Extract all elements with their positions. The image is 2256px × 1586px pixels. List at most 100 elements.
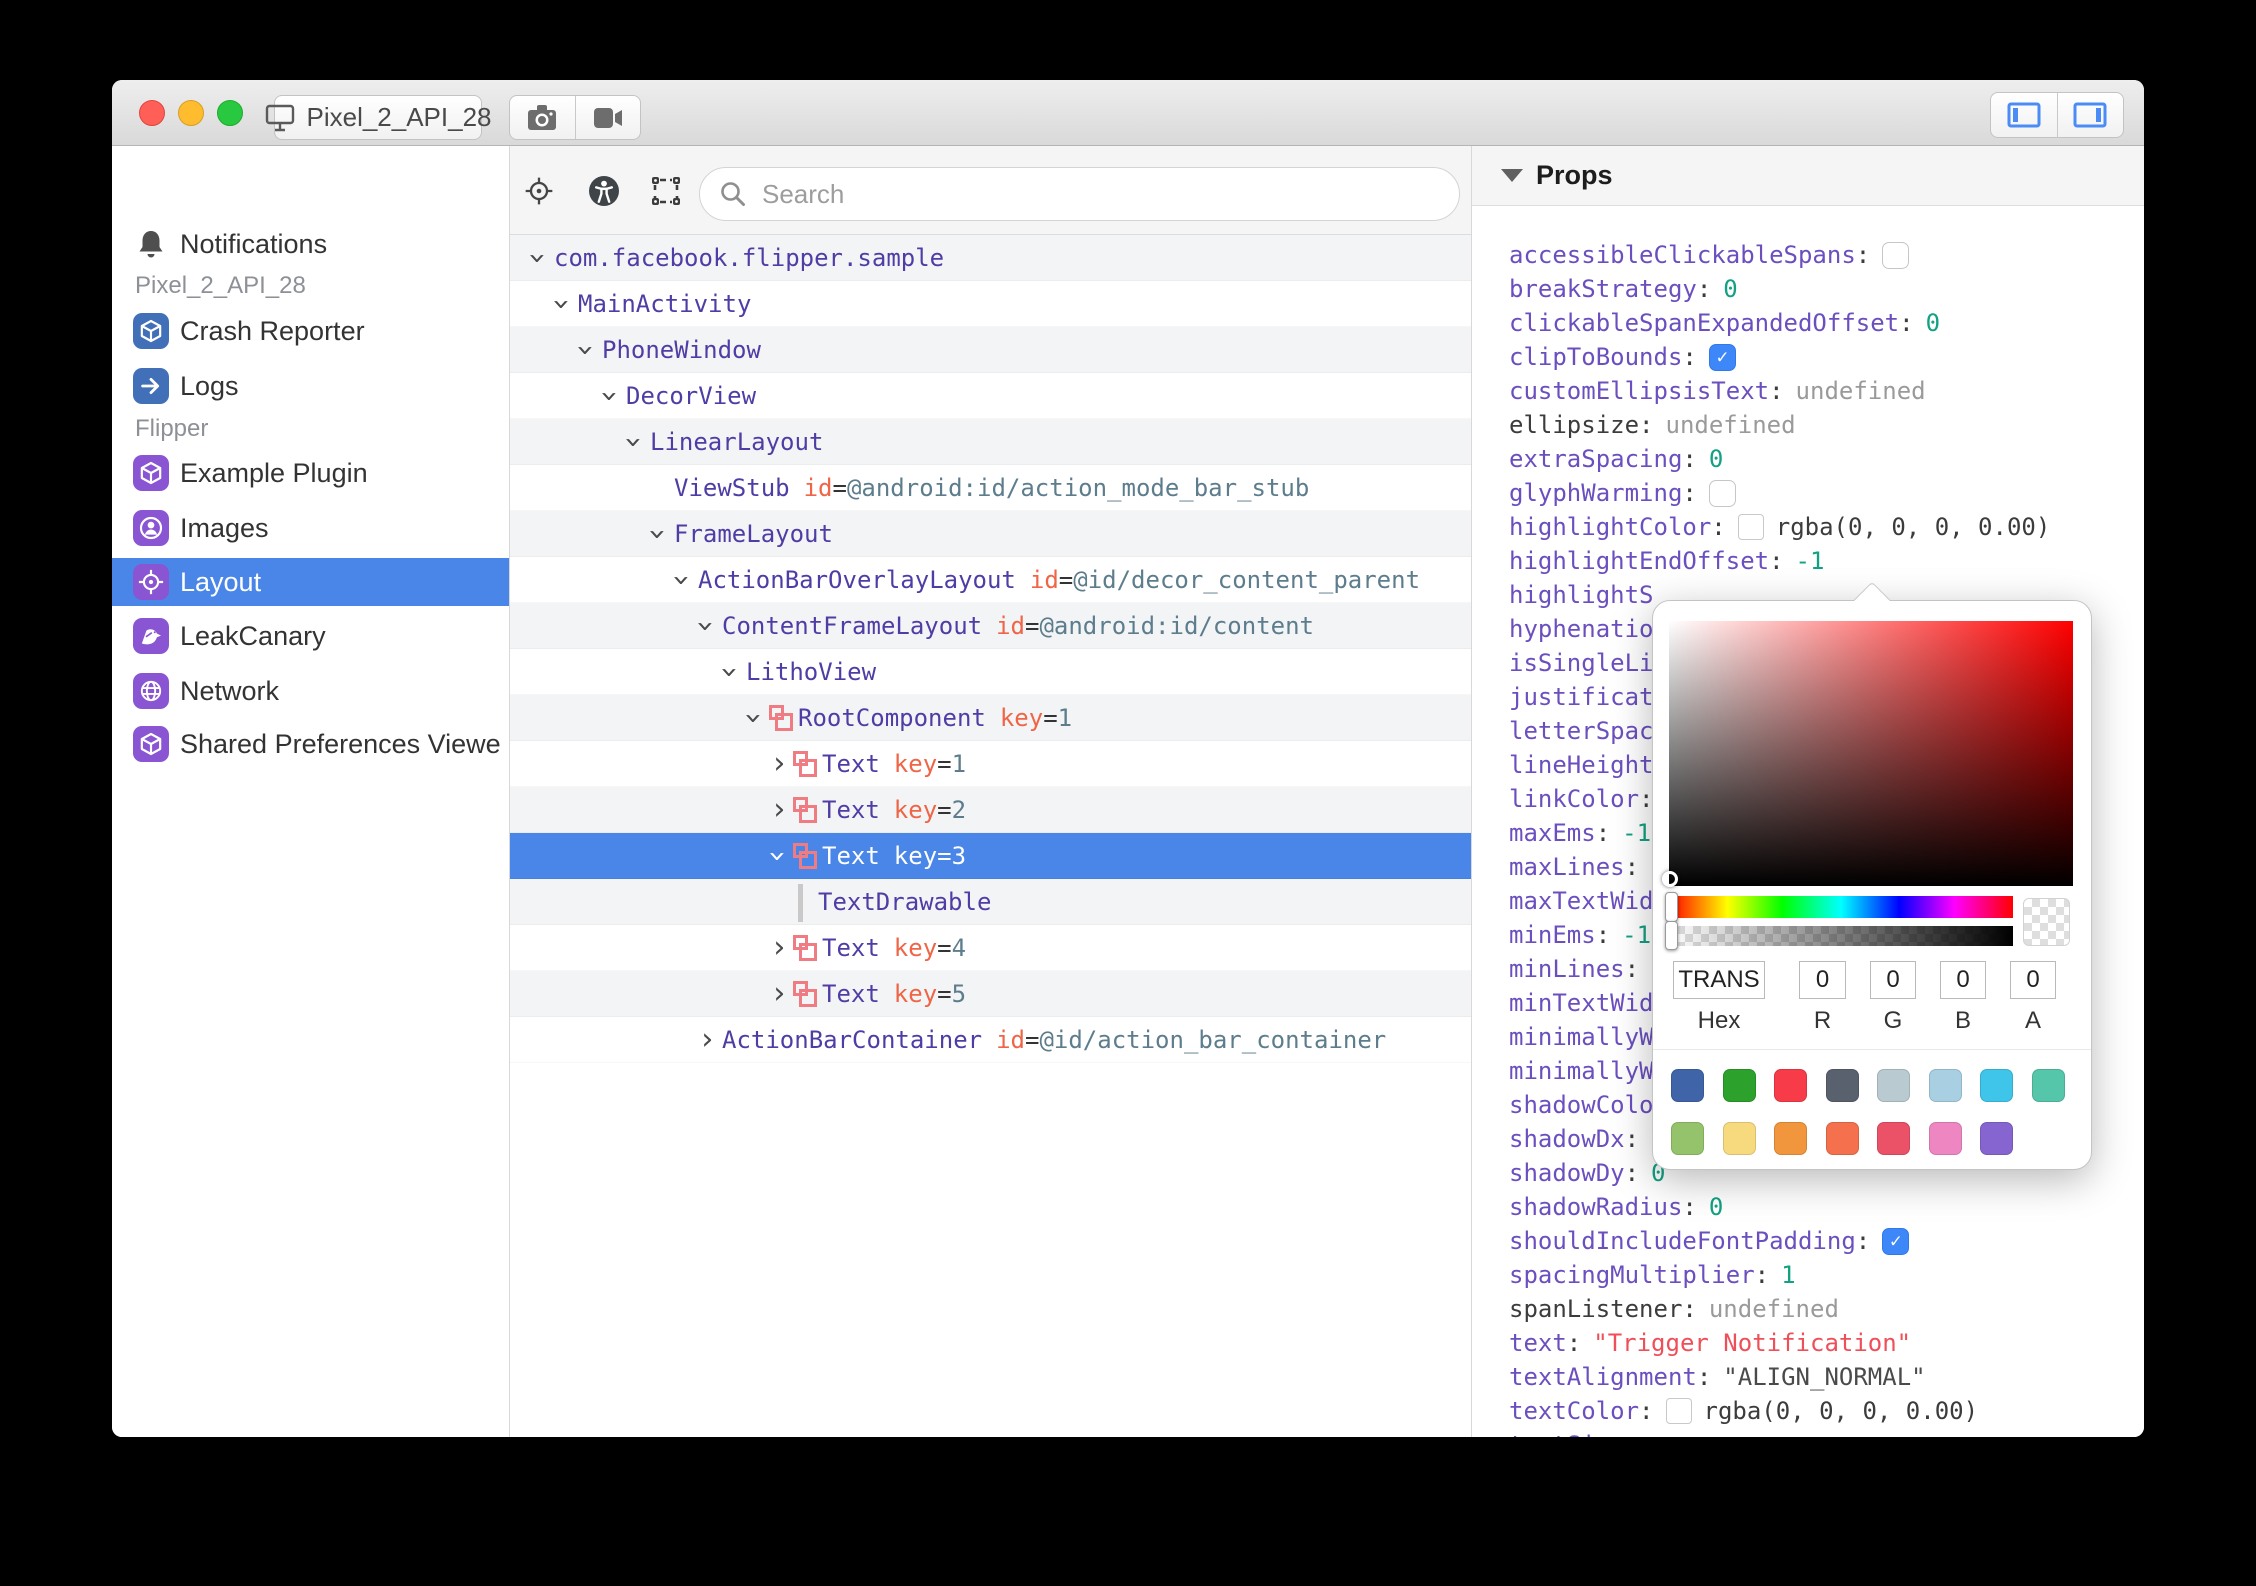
tree-row[interactable]: ActionBarOverlayLayout id=@id/decor_conte… — [510, 557, 1471, 603]
hue-slider-handle[interactable] — [1665, 892, 1678, 922]
sidebar-item-network[interactable]: Network — [112, 667, 509, 715]
hue-slider[interactable] — [1669, 896, 2013, 918]
palette-swatch[interactable] — [1877, 1122, 1910, 1155]
palette-swatch[interactable] — [1671, 1069, 1704, 1102]
sidebar-item-example-plugin[interactable]: Example Plugin — [112, 449, 509, 497]
green-input[interactable]: 0 — [1870, 961, 1916, 999]
alpha-slider[interactable] — [1669, 926, 2013, 946]
alpha-input[interactable]: 0 — [2010, 961, 2056, 999]
search-field[interactable] — [699, 167, 1460, 221]
screen-record-button[interactable] — [574, 96, 641, 139]
chevron-icon[interactable] — [626, 422, 648, 462]
accessibility-icon[interactable] — [588, 175, 620, 207]
chevron-icon[interactable] — [698, 1020, 720, 1060]
tree-row[interactable]: LithoView — [510, 649, 1471, 695]
chevron-icon[interactable] — [650, 514, 672, 554]
chevron-icon[interactable] — [770, 790, 792, 830]
hex-input[interactable]: TRANS — [1673, 961, 1765, 999]
prop-checkbox[interactable] — [1737, 514, 1764, 540]
chevron-icon[interactable] — [578, 330, 600, 370]
node-attr-eq: = — [937, 795, 952, 824]
tree-row[interactable]: Textkey=4 — [510, 925, 1471, 971]
tree-row[interactable]: TextDrawable — [510, 879, 1471, 925]
sidebar-item-leakcanary[interactable]: LeakCanary — [112, 612, 509, 660]
tree-row[interactable]: ViewStub id = @android:id/action_mode_bar_s… — [510, 465, 1471, 511]
sidebar-item-label: Layout — [180, 566, 262, 597]
alpha-slider-handle[interactable] — [1665, 921, 1678, 950]
chevron-icon[interactable] — [554, 284, 576, 324]
tree-row[interactable]: Textkey=1 — [510, 741, 1471, 787]
chevron-icon[interactable] — [770, 928, 792, 968]
close-window-button[interactable] — [139, 100, 165, 126]
sidebar-item-logs[interactable]: Logs — [112, 362, 509, 410]
blue-input[interactable]: 0 — [1940, 961, 1986, 999]
chevron-icon[interactable] — [794, 882, 816, 922]
tree-row[interactable]: ContentFrameLayout id=@android:id/content — [510, 603, 1471, 649]
tree-row[interactable]: com.facebook.flipper.sample — [510, 235, 1471, 281]
prop-checkbox[interactable] — [1882, 1227, 1910, 1255]
prop-colon: : — [1624, 1125, 1640, 1153]
prop-colon: : — [1639, 1397, 1654, 1425]
prop-row: shadowRadius: 0 — [1472, 1190, 2144, 1224]
props-header[interactable]: Props — [1472, 146, 2144, 206]
prop-checkbox[interactable] — [1708, 343, 1736, 371]
chevron-icon[interactable] — [602, 376, 624, 416]
tree-row[interactable]: LinearLayout — [510, 419, 1471, 465]
sidebar-item-images[interactable]: Images — [112, 504, 509, 552]
search-input[interactable] — [760, 177, 1400, 211]
tree-row[interactable]: Textkey=2 — [510, 787, 1471, 833]
tree-row[interactable]: DecorView — [510, 373, 1471, 419]
palette-swatch[interactable] — [1928, 1069, 1962, 1102]
palette-swatch[interactable] — [1877, 1069, 1910, 1102]
saturation-value-gradient[interactable] — [1669, 621, 2073, 886]
screenshot-button[interactable] — [510, 96, 575, 139]
palette-swatch[interactable] — [1825, 1069, 1859, 1102]
zoom-window-button[interactable] — [217, 100, 243, 126]
palette-swatch[interactable] — [1722, 1122, 1756, 1155]
sidebar-item-crash-reporter[interactable]: Crash Reporter — [112, 307, 509, 355]
toggle-right-panel-button[interactable] — [2056, 93, 2124, 137]
chevron-icon[interactable] — [746, 698, 768, 738]
chevron-icon[interactable] — [530, 238, 552, 278]
chevron-icon[interactable] — [770, 836, 792, 876]
prop-checkbox[interactable] — [1882, 241, 1910, 269]
prop-value: rgba(0, 0, 0, 0.00) — [1775, 513, 2051, 541]
palette-swatch[interactable] — [1928, 1122, 1962, 1155]
prop-checkbox[interactable] — [1708, 479, 1736, 507]
prop-value: undefined — [1708, 1295, 1839, 1323]
prop-checkbox[interactable] — [1665, 1398, 1692, 1424]
tree-row[interactable]: FrameLayout — [510, 511, 1471, 557]
minimize-window-button[interactable] — [178, 100, 204, 126]
tree-row[interactable]: ActionBarContainer id=@id/action_bar_cont… — [510, 1017, 1471, 1063]
palette-swatch[interactable] — [1980, 1122, 2013, 1155]
chevron-icon[interactable] — [770, 744, 792, 784]
palette-swatch[interactable] — [1980, 1069, 2013, 1102]
sidebar-item-layout[interactable]: Layout — [112, 558, 509, 606]
device-selector-button[interactable]: Pixel_2_API_28 — [266, 95, 492, 140]
select-frame-icon[interactable] — [650, 175, 682, 207]
sidebar-item-shared-preferences-viewer[interactable]: Shared Preferences Viewer — [112, 720, 509, 768]
tree-row[interactable]: RootComponent key=1 — [510, 695, 1471, 741]
chevron-icon[interactable] — [722, 652, 744, 692]
palette-swatch[interactable] — [1825, 1122, 1859, 1155]
chevron-icon[interactable] — [674, 560, 696, 600]
tree-row[interactable]: PhoneWindow — [510, 327, 1471, 373]
palette-swatch[interactable] — [1774, 1122, 1807, 1155]
palette-swatch[interactable] — [2031, 1069, 2065, 1102]
chevron-icon[interactable] — [770, 974, 792, 1014]
node-attr-eq: = — [937, 749, 952, 778]
tree-row[interactable]: Textkey=5 — [510, 971, 1471, 1017]
palette-swatch[interactable] — [1722, 1069, 1756, 1102]
toggle-left-panel-button[interactable] — [1991, 93, 2057, 137]
palette-swatch[interactable] — [1774, 1069, 1807, 1102]
prop-colon: : — [1624, 853, 1640, 881]
red-input[interactable]: 0 — [1799, 961, 1846, 999]
palette-swatch[interactable] — [1671, 1122, 1704, 1155]
target-mode-icon[interactable] — [523, 175, 555, 207]
saturation-value-handle[interactable] — [1662, 871, 1678, 887]
sidebar-item-notifications[interactable]: Notifications — [112, 220, 509, 268]
chevron-icon[interactable] — [698, 606, 720, 646]
tree-row[interactable]: Textkey=3 — [510, 833, 1471, 879]
chevron-icon[interactable] — [650, 468, 672, 508]
tree-row[interactable]: MainActivity — [510, 281, 1471, 327]
